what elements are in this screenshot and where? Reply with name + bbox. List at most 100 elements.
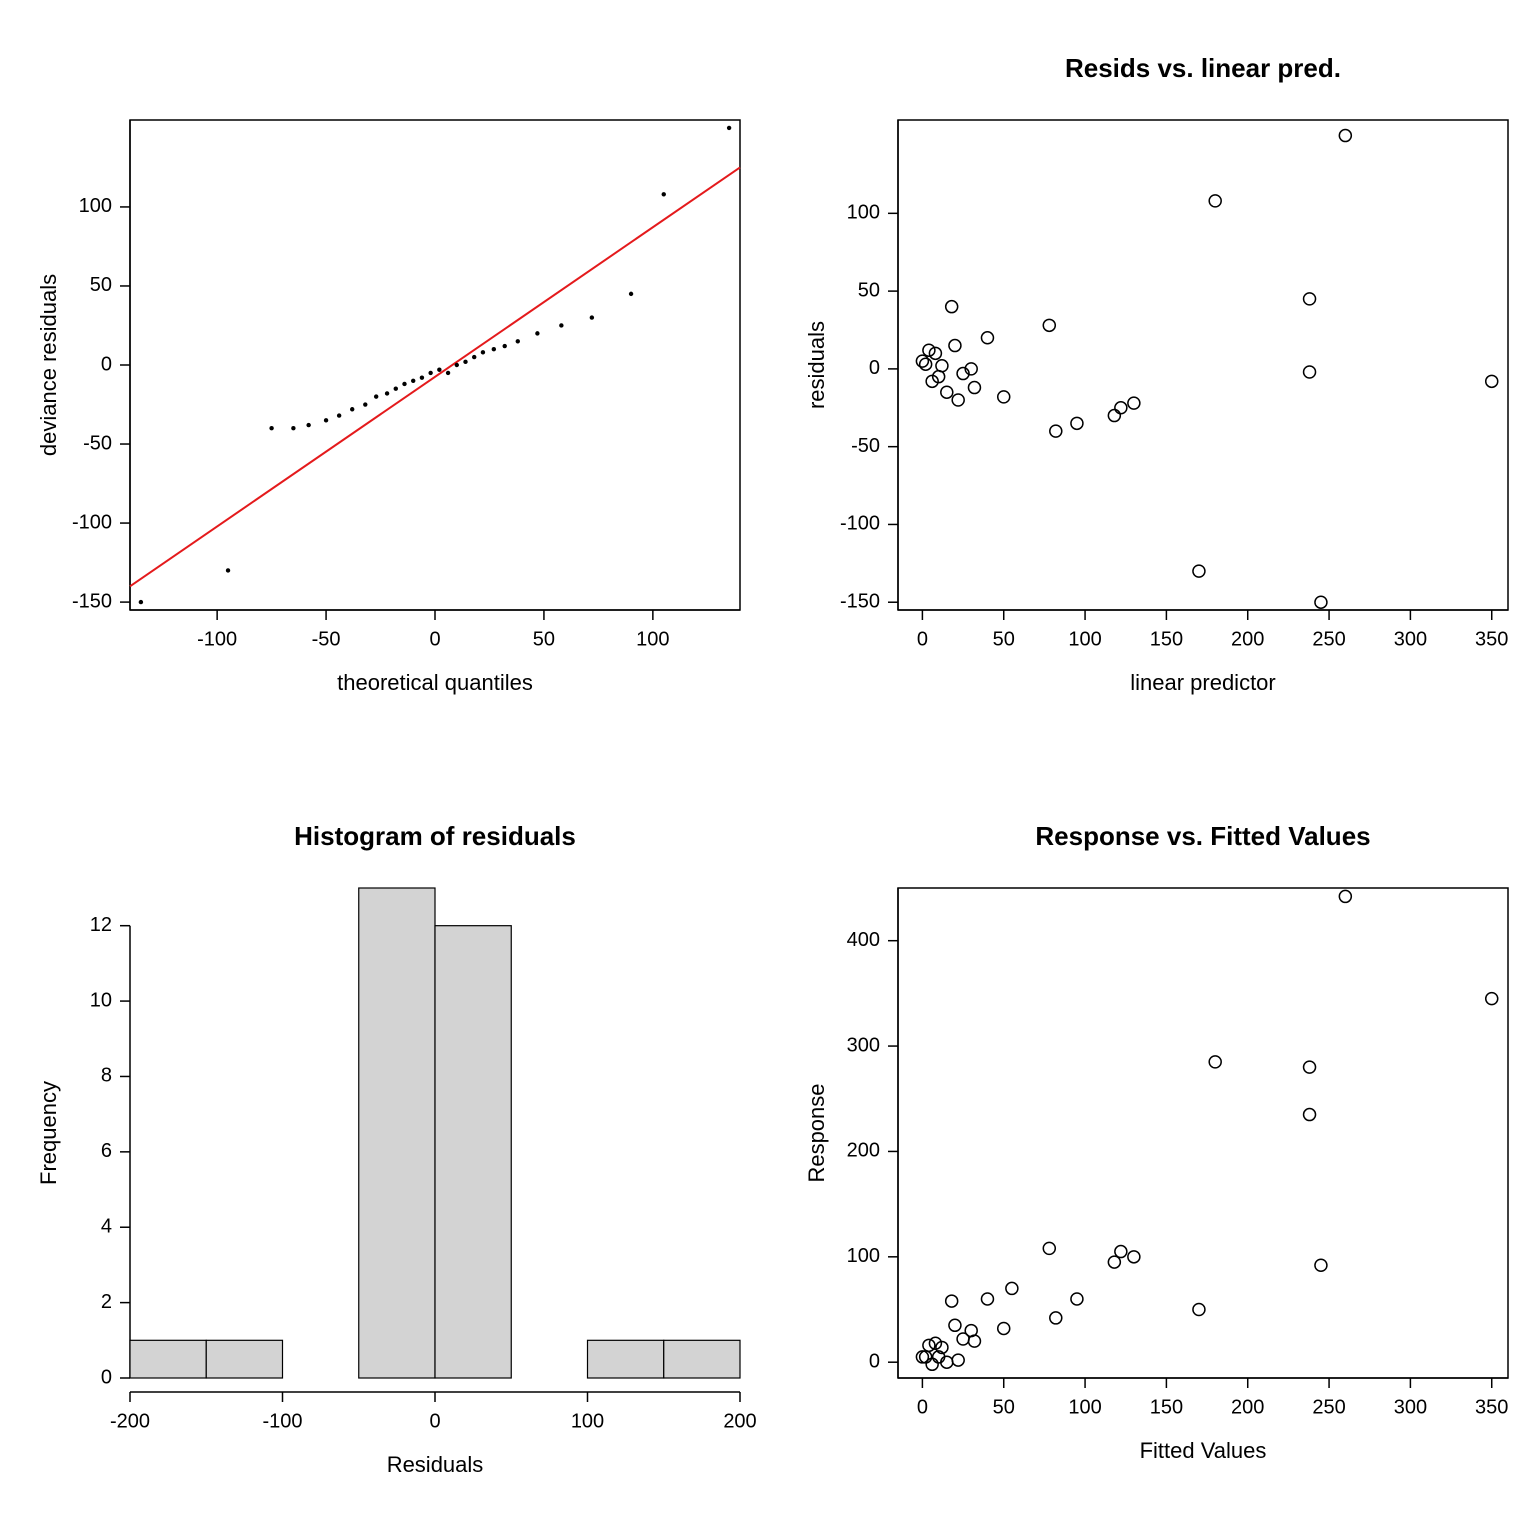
- data-point: [1128, 1251, 1140, 1263]
- svg-text:deviance residuals: deviance residuals: [36, 274, 61, 456]
- svg-text:250: 250: [1312, 1396, 1345, 1418]
- panel-histogram: Histogram of residuals-200-1000100200Res…: [0, 768, 768, 1536]
- data-point: [1115, 402, 1127, 414]
- data-point: [981, 332, 993, 344]
- data-point: [629, 292, 633, 296]
- svg-text:0: 0: [101, 1366, 112, 1388]
- data-point: [916, 355, 928, 367]
- data-point: [446, 371, 450, 375]
- data-point: [949, 340, 961, 352]
- data-point: [1043, 319, 1055, 331]
- data-point: [535, 331, 539, 335]
- data-point: [363, 402, 367, 406]
- svg-text:0: 0: [917, 1396, 928, 1418]
- data-point: [1304, 366, 1316, 378]
- data-point: [428, 371, 432, 375]
- svg-text:-100: -100: [262, 1410, 302, 1432]
- histogram-plot: Histogram of residuals-200-1000100200Res…: [0, 768, 768, 1536]
- resids-vs-pred-plot: Resids vs. linear pred.05010015020025030…: [768, 0, 1536, 768]
- histogram-bar: [359, 888, 435, 1378]
- data-point: [1486, 993, 1498, 1005]
- chart-grid: -100-50050100theoretical quantiles-150-1…: [0, 0, 1536, 1536]
- svg-text:100: 100: [1068, 1396, 1101, 1418]
- svg-text:2: 2: [101, 1291, 112, 1313]
- svg-text:0: 0: [869, 1350, 880, 1372]
- svg-text:350: 350: [1475, 1396, 1508, 1418]
- data-point: [324, 418, 328, 422]
- data-point: [1304, 1061, 1316, 1073]
- data-point: [337, 413, 341, 417]
- data-point: [1339, 890, 1351, 902]
- svg-text:12: 12: [90, 914, 112, 936]
- data-point: [1193, 565, 1205, 577]
- svg-text:0: 0: [429, 1410, 440, 1432]
- data-point: [1209, 1056, 1221, 1068]
- data-point: [662, 192, 666, 196]
- svg-text:-150: -150: [72, 590, 112, 612]
- svg-text:Histogram of residuals: Histogram of residuals: [294, 821, 576, 851]
- svg-text:Response vs. Fitted Values: Response vs. Fitted Values: [1035, 821, 1370, 851]
- svg-text:300: 300: [847, 1034, 880, 1056]
- svg-text:0: 0: [869, 357, 880, 379]
- data-point: [920, 358, 932, 370]
- data-point: [306, 423, 310, 427]
- svg-text:residuals: residuals: [804, 321, 829, 409]
- data-point: [941, 386, 953, 398]
- data-point: [139, 600, 143, 604]
- data-point: [1043, 1242, 1055, 1254]
- data-point: [472, 355, 476, 359]
- data-point: [1071, 417, 1083, 429]
- svg-text:Residuals: Residuals: [387, 1452, 484, 1477]
- data-point: [492, 347, 496, 351]
- data-point: [226, 568, 230, 572]
- data-point: [952, 394, 964, 406]
- svg-text:350: 350: [1475, 628, 1508, 650]
- svg-text:200: 200: [1231, 1396, 1264, 1418]
- data-point: [949, 1319, 961, 1331]
- data-point: [1115, 1246, 1127, 1258]
- svg-text:Frequency: Frequency: [36, 1081, 61, 1185]
- svg-text:-50: -50: [312, 628, 341, 650]
- svg-text:50: 50: [90, 274, 112, 296]
- data-point: [1339, 130, 1351, 142]
- svg-text:Fitted Values: Fitted Values: [1140, 1438, 1267, 1463]
- panel-qq: -100-50050100theoretical quantiles-150-1…: [0, 0, 768, 768]
- data-point: [481, 350, 485, 354]
- data-point: [968, 382, 980, 394]
- data-point: [998, 1322, 1010, 1334]
- response-vs-fitted-plot: Response vs. Fitted Values 0 50 100 150 200 25…: [768, 768, 1536, 1536]
- histogram-bar: [130, 1340, 206, 1378]
- data-point: [394, 387, 398, 391]
- data-point: [936, 360, 948, 372]
- data-point: [1315, 1259, 1327, 1271]
- data-point: [455, 363, 459, 367]
- data-point: [1006, 1282, 1018, 1294]
- data-point: [968, 1335, 980, 1347]
- svg-text:200: 200: [723, 1410, 756, 1432]
- svg-text:100: 100: [847, 202, 880, 224]
- svg-text:-100: -100: [72, 511, 112, 533]
- data-point: [516, 339, 520, 343]
- data-point: [1315, 596, 1327, 608]
- svg-text:-50: -50: [851, 435, 880, 457]
- data-point: [1050, 425, 1062, 437]
- svg-text:Response: Response: [804, 1083, 829, 1182]
- data-point: [411, 379, 415, 383]
- data-point: [981, 1293, 993, 1305]
- svg-text:-100: -100: [840, 513, 880, 535]
- svg-text:50: 50: [993, 1396, 1015, 1418]
- svg-text:50: 50: [858, 279, 880, 301]
- svg-text:50: 50: [993, 628, 1015, 650]
- svg-text:150: 150: [1150, 628, 1183, 650]
- svg-text:6: 6: [101, 1140, 112, 1162]
- data-point: [727, 126, 731, 130]
- histogram-bar: [664, 1340, 740, 1378]
- svg-text:200: 200: [847, 1140, 880, 1162]
- histogram-bar: [206, 1340, 282, 1378]
- svg-text:150: 150: [1150, 1396, 1183, 1418]
- data-point: [350, 407, 354, 411]
- data-point: [1304, 1109, 1316, 1121]
- qq-reference-line: [130, 167, 740, 586]
- data-point: [1193, 1304, 1205, 1316]
- svg-text:10: 10: [90, 989, 112, 1011]
